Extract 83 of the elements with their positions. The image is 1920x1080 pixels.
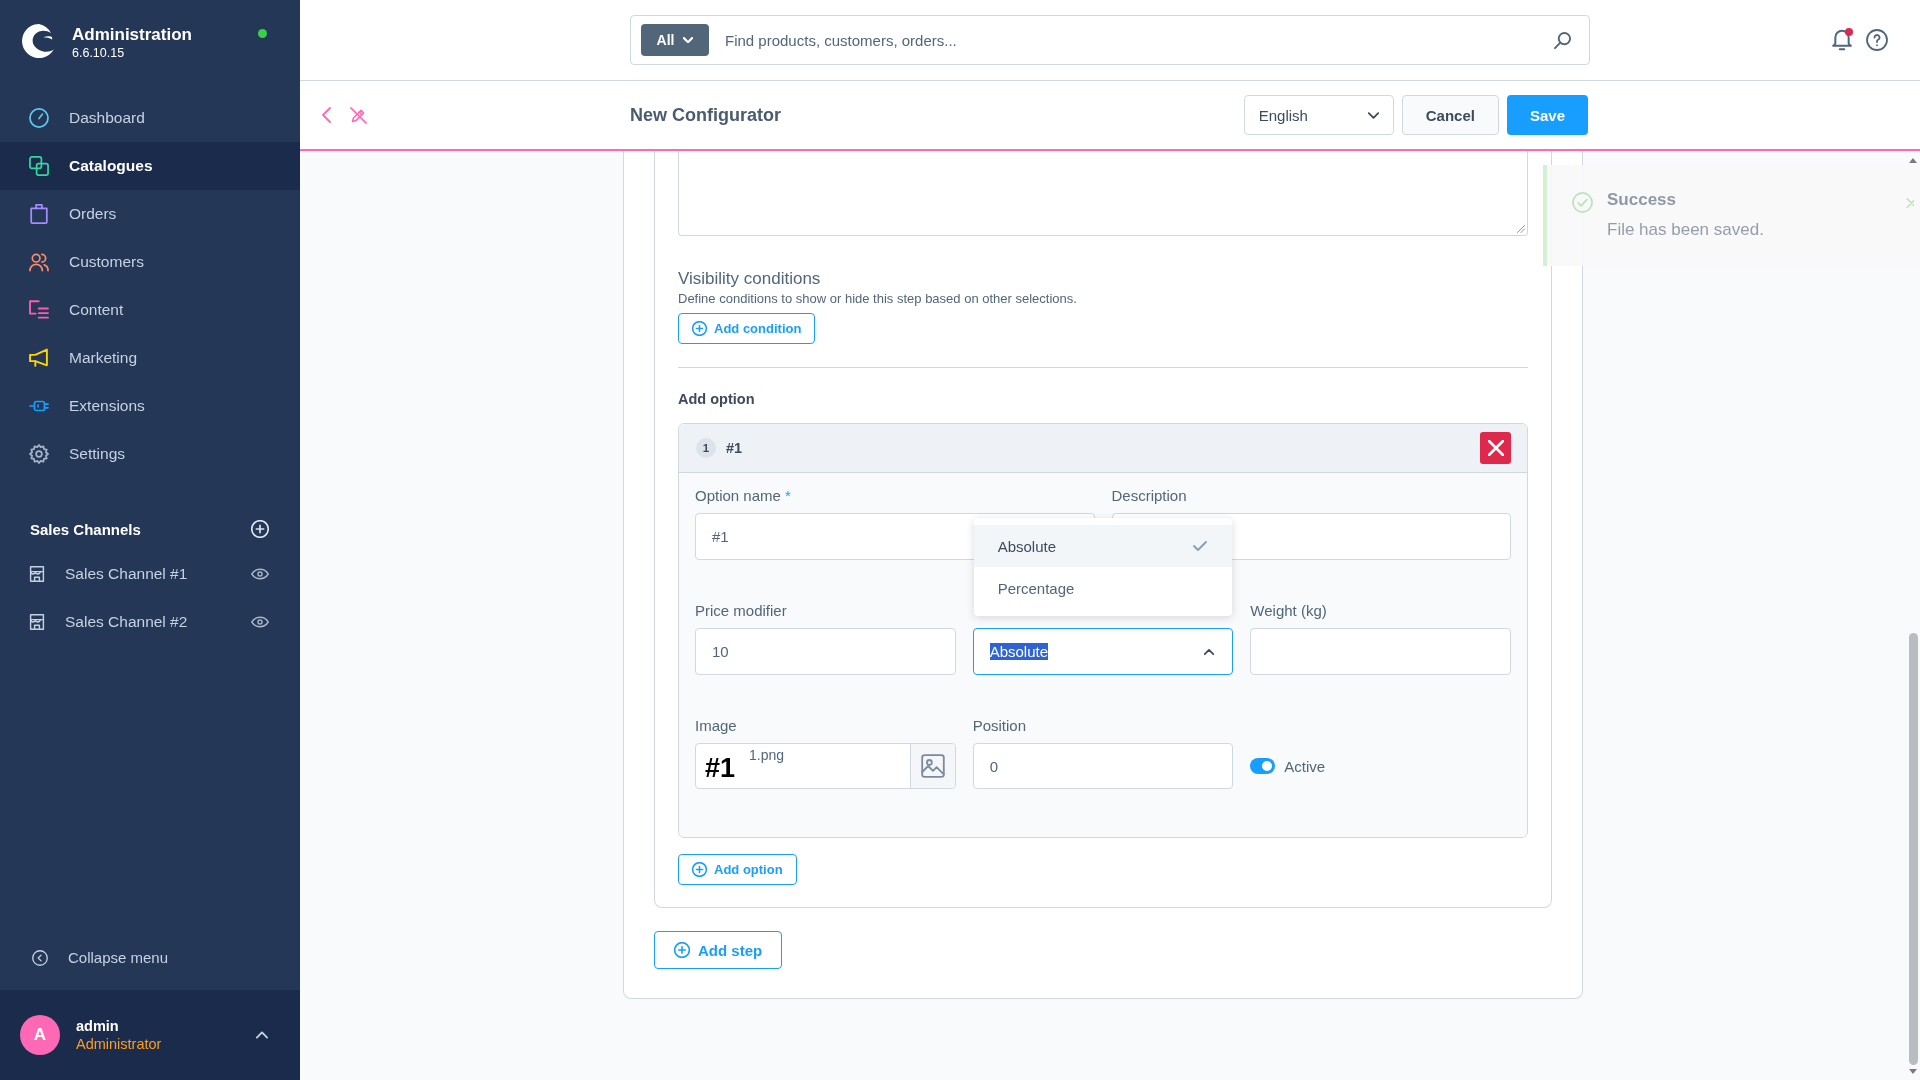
field-label: Description [1111,487,1188,505]
storefront-icon [29,614,45,630]
bag-icon [29,204,49,224]
help-icon[interactable] [1866,29,1888,51]
image-upload-field[interactable]: #1 1.png [695,743,956,789]
eye-icon[interactable] [251,616,269,628]
sales-channel-item[interactable]: Sales Channel #1 [0,550,300,598]
check-circle-icon [1572,192,1593,213]
eye-icon[interactable] [251,568,269,580]
user-name: admin [76,1016,120,1035]
squares-icon [29,156,49,176]
check-icon [1193,541,1208,551]
page-title: New Configurator [630,104,782,126]
user-role: Administrator [76,1034,163,1054]
scrollbar-thumb[interactable] [1908,633,1918,1065]
close-icon [1487,440,1504,456]
plus-circle-icon [674,942,690,958]
nav-item[interactable]: Extensions [0,382,300,430]
nav-item[interactable]: Orders [0,190,300,238]
chevron-left-icon[interactable] [322,107,331,123]
section-description: Define conditions to show or hide this step based on other selections. [678,291,1078,307]
storefront-icon [29,566,45,582]
weight-input[interactable] [1250,628,1511,675]
app-title: Administration [72,25,193,45]
toast-message: File has been saved. [1607,220,1765,240]
plus-circle-icon [692,321,707,336]
nav-item[interactable]: Content [0,286,300,334]
delete-button[interactable] [1480,432,1511,464]
chevron-down-icon [1367,111,1379,119]
megaphone-icon [29,348,49,368]
bell-icon[interactable] [1832,29,1852,51]
search-field[interactable]: All Find products, customers, orders... [630,15,1590,65]
arrow-up-icon [1909,158,1917,163]
avatar: A [20,1015,60,1055]
field-label: Image [695,717,738,735]
version-text: 6.6.10.15 [72,45,126,61]
field-label: Position [972,717,1028,735]
add-icon[interactable] [251,520,269,538]
gauge-icon [29,108,49,128]
section-title: Add option [678,390,756,409]
arrow-down-icon [1909,1069,1917,1074]
nav-item[interactable]: Dashboard [0,94,300,142]
dropdown-option[interactable]: Percentage [973,567,1233,609]
file-name: 1.png [749,747,785,763]
pencil-slash-icon[interactable] [350,106,367,124]
cancel-button[interactable]: Cancel [1401,95,1499,135]
chevron-up-icon [1204,648,1215,655]
section-title: Visibility conditions [678,268,822,290]
toggle-label: Active [1284,757,1326,775]
collapse-menu-button[interactable]: Collapse menu [0,934,300,981]
list-icon [29,300,49,320]
active-toggle[interactable] [1250,758,1276,774]
toast-title: Success [1607,190,1677,210]
type-select[interactable]: Absolute [972,628,1234,675]
image-picker-button[interactable] [909,744,955,788]
nav-item[interactable]: Settings [0,430,300,478]
nav-item[interactable]: Catalogues [0,142,300,190]
option-title: #1 [726,440,743,456]
nav-item[interactable]: Customers [0,238,300,286]
sales-channel-item[interactable]: Sales Channel #2 [0,598,300,646]
search-scope-button[interactable]: All [641,24,709,56]
image-icon [920,754,945,778]
chevron-down-icon [683,37,694,43]
field-label: Weight (kg) [1250,602,1328,620]
chevron-up-icon[interactable] [256,1031,268,1039]
option-number: 1 [696,438,716,458]
gear-icon [29,444,49,464]
image-preview: #1 [705,753,736,783]
field-label: Price modifier [695,602,788,620]
nav-item[interactable]: Marketing [0,334,300,382]
search-icon[interactable] [1554,31,1571,49]
resize-handle-icon [1517,225,1525,233]
language-select[interactable]: English [1243,95,1394,135]
field-label: Option name * [695,487,792,505]
position-input[interactable]: 0 [972,743,1234,789]
dropdown-option[interactable]: Absolute [973,525,1233,567]
chevron-left-circle-icon [32,949,48,966]
price-modifier-input[interactable]: 10 [695,628,956,675]
users-icon [29,252,49,272]
logo-icon [22,24,56,58]
plus-circle-icon [692,862,707,877]
user-panel[interactable]: A admin Administrator [0,990,300,1080]
section-title: Sales Channels [30,520,142,538]
